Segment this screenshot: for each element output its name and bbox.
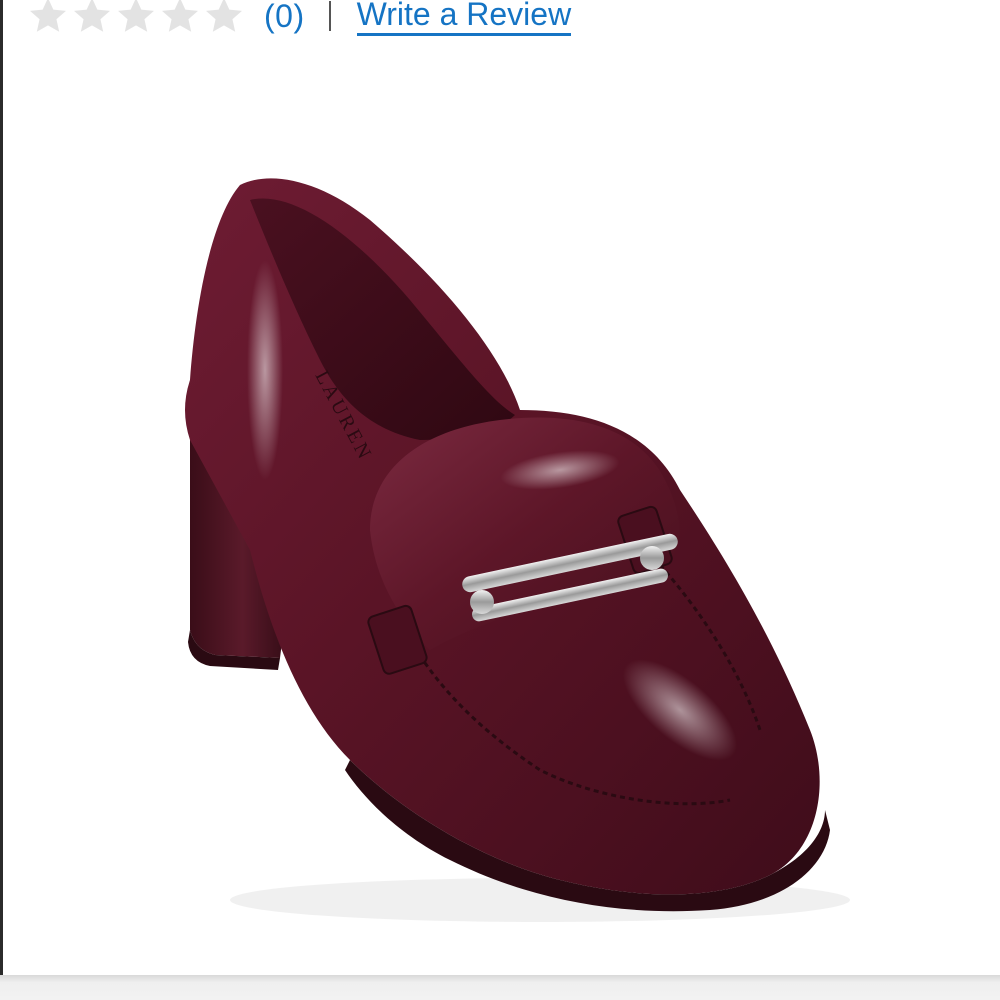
star-icon[interactable] xyxy=(202,0,246,38)
star-icon[interactable] xyxy=(70,0,114,38)
product-page: (0) Write a Review LAUREN xyxy=(0,0,1000,1000)
separator xyxy=(328,1,331,31)
window-edge xyxy=(0,0,3,985)
star-icon[interactable] xyxy=(114,0,158,38)
review-count-link[interactable]: (0) xyxy=(264,0,305,35)
write-review-link[interactable]: Write a Review xyxy=(356,0,572,36)
star-icon[interactable] xyxy=(158,0,202,38)
highlight xyxy=(247,260,283,480)
bottom-bar xyxy=(0,975,1000,1000)
rating-row: (0) Write a Review xyxy=(26,0,572,46)
product-image[interactable]: LAUREN xyxy=(120,110,880,950)
star-rating[interactable] xyxy=(26,0,246,38)
star-icon[interactable] xyxy=(26,0,70,38)
